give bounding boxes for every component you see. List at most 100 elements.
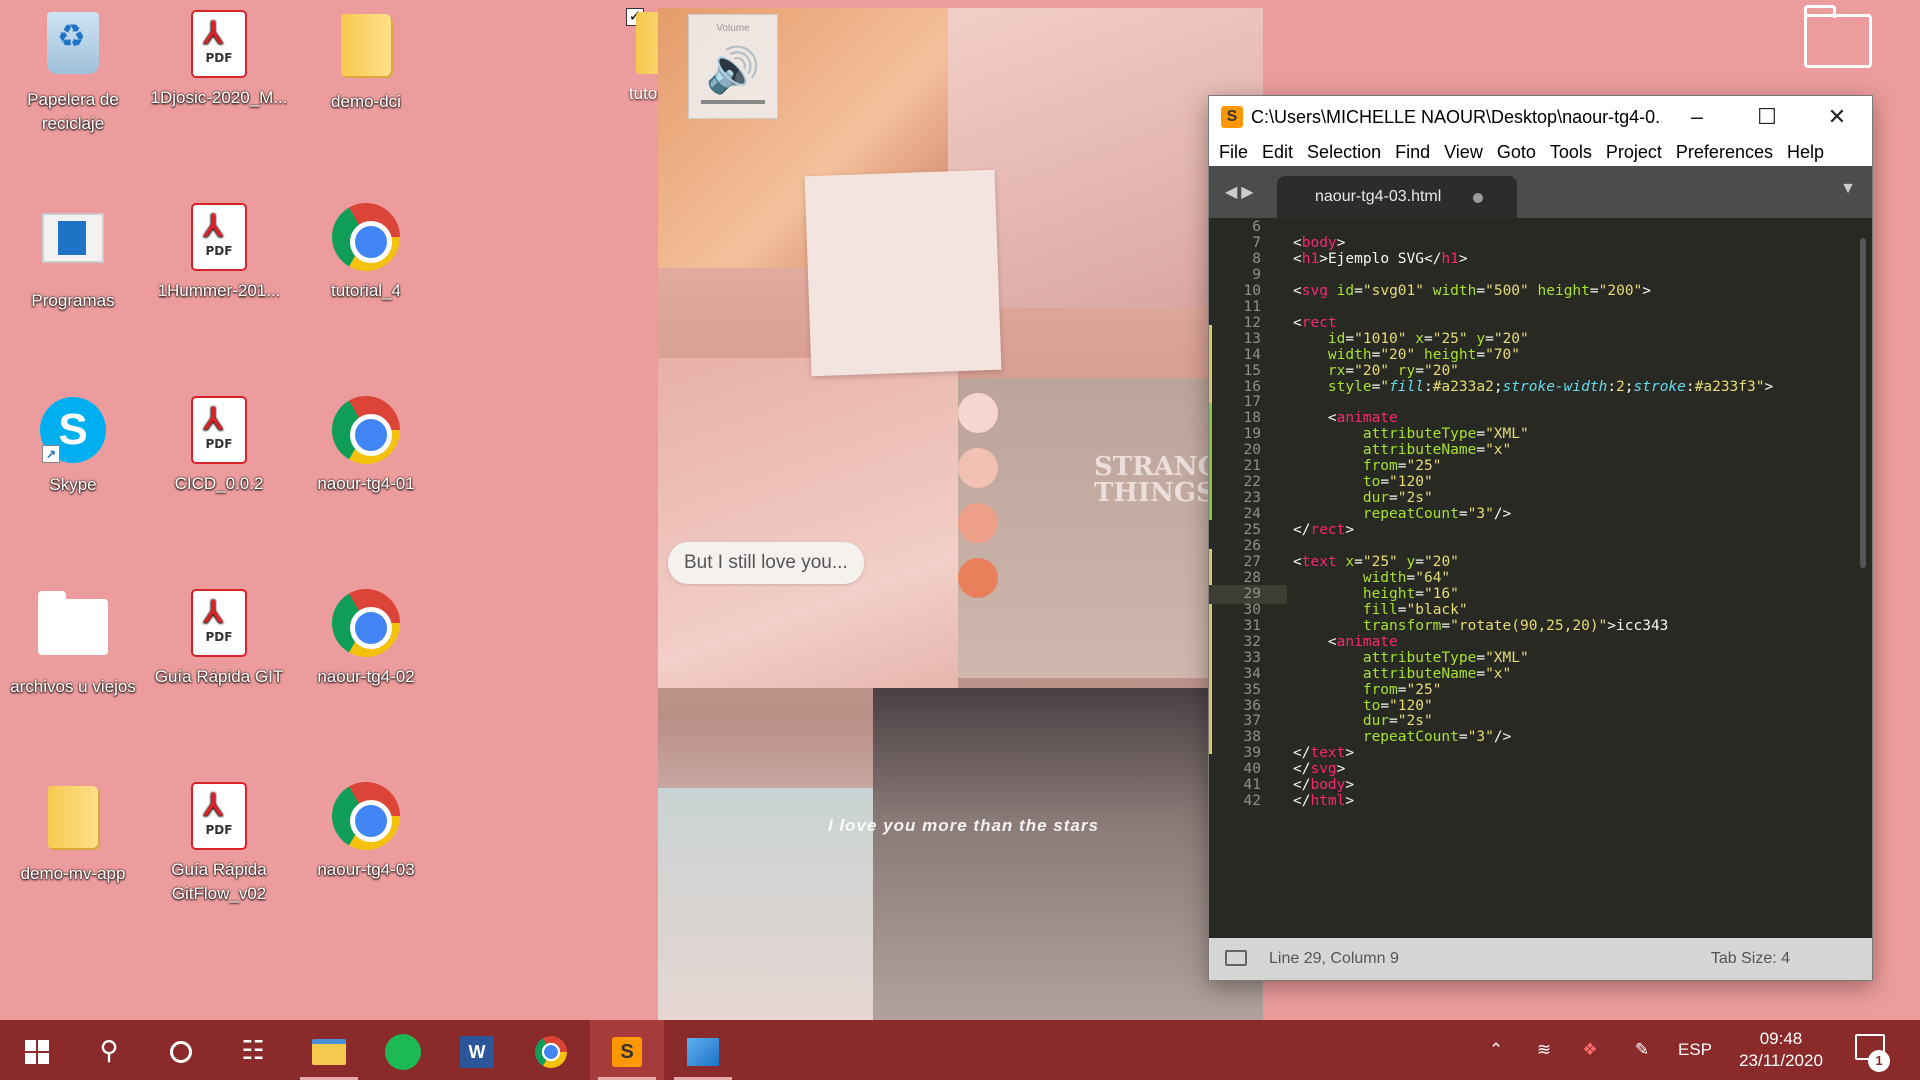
desktop-icon[interactable]: ⅄ PDF 1Djosic-2020_M... <box>146 8 292 110</box>
tab-nav-arrows-icon[interactable]: ◀▶ <box>1225 182 1258 202</box>
desktop-icon-image: ⅄ PDF <box>183 203 255 275</box>
pdf-badge: PDF <box>205 51 233 65</box>
desktop-icon-label: 1Djosic-2020_M... <box>150 88 288 107</box>
desktop-icon-image <box>37 12 109 84</box>
search-button[interactable]: ⚲ <box>72 1020 146 1080</box>
programs-icon <box>42 213 104 263</box>
tab-file[interactable]: naour-tg4-03.html <box>1277 176 1517 218</box>
task-view-icon: ☷ <box>241 1035 265 1065</box>
chrome-icon <box>332 203 400 271</box>
volume-flyout[interactable]: Volume 🔊 <box>688 14 778 119</box>
wallpaper-collage: STRANGE THINGS But I still love you... I… <box>658 8 1263 1020</box>
menu-item[interactable]: Find <box>1389 142 1438 163</box>
desktop-icon-label: Skype <box>49 475 97 494</box>
taskbar-chrome[interactable] <box>514 1020 588 1080</box>
pdf-icon: ⅄ PDF <box>191 782 247 850</box>
desktop-icon-image <box>37 591 109 671</box>
language-indicator[interactable]: ESP <box>1670 1020 1720 1080</box>
line-code: </html> <box>1293 793 1355 810</box>
desktop-icon-label: naour-tg4-03 <box>317 860 415 879</box>
desktop-icon-label: naour-tg4-01 <box>317 474 415 493</box>
color-swatch <box>958 448 998 488</box>
code-editor[interactable]: 6 7 <body> 8 <h1>Ejemplo SVG</h1> 9 10 <svg id=… <box>1209 218 1872 940</box>
pdf-badge: PDF <box>205 823 233 837</box>
wallpaper-caption: I love you more than the stars <box>828 816 1099 835</box>
desktop-icon[interactable]: S ↗ Skype <box>0 394 146 497</box>
dropbox-icon[interactable]: ❖ <box>1570 1020 1610 1080</box>
volume-slider[interactable] <box>701 100 765 104</box>
menu-item[interactable]: View <box>1438 142 1491 163</box>
pdf-icon: ⅄ PDF <box>191 396 247 464</box>
editor-window[interactable]: S C:\Users\MICHELLE NAOUR\Desktop\naour-… <box>1208 95 1873 981</box>
pen-icon[interactable]: ✎ <box>1622 1020 1662 1080</box>
desktop-icon[interactable]: naour-tg4-01 <box>293 394 439 496</box>
menu-item[interactable]: Tools <box>1544 142 1600 163</box>
menu-item[interactable]: Goto <box>1491 142 1544 163</box>
sublime-text-icon: S <box>1221 106 1243 128</box>
pdf-icon: ⅄ PDF <box>191 589 247 657</box>
desktop-icon-image <box>330 203 402 275</box>
panel-toggle-icon[interactable] <box>1225 950 1247 966</box>
folder-icon <box>38 591 108 655</box>
desktop-icon[interactable]: ⅄ PDF 1Hummer-201... <box>146 201 292 303</box>
network-icon[interactable]: ≋ <box>1524 1020 1564 1080</box>
desktop-icon-image <box>330 589 402 661</box>
desktop-icon[interactable]: ⅄ PDF CICD_0.0.2 <box>146 394 292 496</box>
desktop-icon[interactable]: ⅄ PDF Guía Rápida GitFlow_v02 <box>146 780 292 906</box>
color-swatch <box>958 503 998 543</box>
wallpaper-panel <box>873 688 1263 1020</box>
taskbar: ⚲ ☷ W S ⌃ ≋ ❖ ✎ ESP 09:48 23/11/2020 1 <box>0 1020 1920 1080</box>
desktop-icon-image: ⅄ PDF <box>183 589 255 661</box>
desktop-icon[interactable]: ⅄ PDF Guía Rápida GIT <box>146 587 292 689</box>
minimize-button[interactable]: – <box>1662 96 1732 138</box>
taskbar-file-explorer[interactable] <box>292 1020 366 1080</box>
shortcut-arrow-icon: ↗ <box>42 445 60 463</box>
taskbar-photos[interactable] <box>666 1020 740 1080</box>
maximize-button[interactable]: ☐ <box>1732 96 1802 138</box>
clock[interactable]: 09:48 23/11/2020 <box>1730 1028 1832 1072</box>
menu-item[interactable]: File <box>1213 142 1256 163</box>
code-line[interactable]: 42 </html> <box>1209 792 1872 812</box>
menu-item[interactable]: Edit <box>1256 142 1301 163</box>
tab-bar: ◀▶ naour-tg4-03.html ▼ <box>1209 166 1872 218</box>
menu-item[interactable]: Selection <box>1301 142 1389 163</box>
window-titlebar[interactable]: S C:\Users\MICHELLE NAOUR\Desktop\naour-… <box>1209 96 1872 138</box>
taskbar-sublime-text[interactable]: S <box>590 1020 664 1080</box>
color-swatch <box>958 558 998 598</box>
start-button[interactable] <box>0 1020 74 1080</box>
menu-item[interactable]: Help <box>1781 142 1832 163</box>
sublime-text-icon: S <box>612 1037 642 1068</box>
desktop-icon[interactable]: naour-tg4-03 <box>293 780 439 882</box>
unsaved-dot-icon[interactable] <box>1473 193 1483 203</box>
line-number: 42 <box>1243 793 1261 810</box>
task-view-button[interactable]: ☷ <box>216 1020 290 1080</box>
taskbar-word[interactable]: W <box>440 1020 514 1080</box>
desktop-icon-image: S ↗ <box>37 397 109 469</box>
chevron-up-icon[interactable]: ⌃ <box>1476 1020 1516 1080</box>
desktop-icon[interactable]: tutorial_4 <box>293 201 439 303</box>
notification-badge: 1 <box>1868 1050 1890 1072</box>
cortana-button[interactable] <box>144 1020 218 1080</box>
menu-item[interactable]: Preferences <box>1670 142 1781 163</box>
desktop-icon-image: ⅄ PDF <box>183 396 255 468</box>
desktop-icon-image <box>37 213 109 285</box>
desktop-icon[interactable]: archivos u viejos <box>0 587 146 699</box>
desktop-icon[interactable]: Programas <box>0 201 146 313</box>
taskbar-spotify[interactable] <box>366 1020 440 1080</box>
recycle-bin-icon <box>47 12 99 74</box>
desktop-icon-image <box>37 786 109 858</box>
cursor-position[interactable]: Line 29, Column 9 <box>1269 938 1399 980</box>
desktop-icon[interactable]: demo-mv-app <box>0 780 146 886</box>
desktop-icon-label: demo-mv-app <box>20 864 126 883</box>
menu-item[interactable]: Project <box>1600 142 1670 163</box>
close-button[interactable]: ✕ <box>1802 96 1872 138</box>
tab-dropdown-icon[interactable]: ▼ <box>1840 180 1856 198</box>
desktop-icon[interactable]: Papelera de reciclaje <box>0 8 146 136</box>
desktop-icon[interactable]: demo-dci <box>293 8 439 114</box>
tab-size[interactable]: Tab Size: 4 <box>1711 938 1790 980</box>
speaker-icon: 🔊 <box>705 46 761 95</box>
pdf-badge: PDF <box>205 630 233 644</box>
folder-icon[interactable] <box>1804 5 1872 68</box>
desktop-icon-label: archivos u viejos <box>10 677 136 696</box>
desktop-icon[interactable]: naour-tg4-02 <box>293 587 439 689</box>
